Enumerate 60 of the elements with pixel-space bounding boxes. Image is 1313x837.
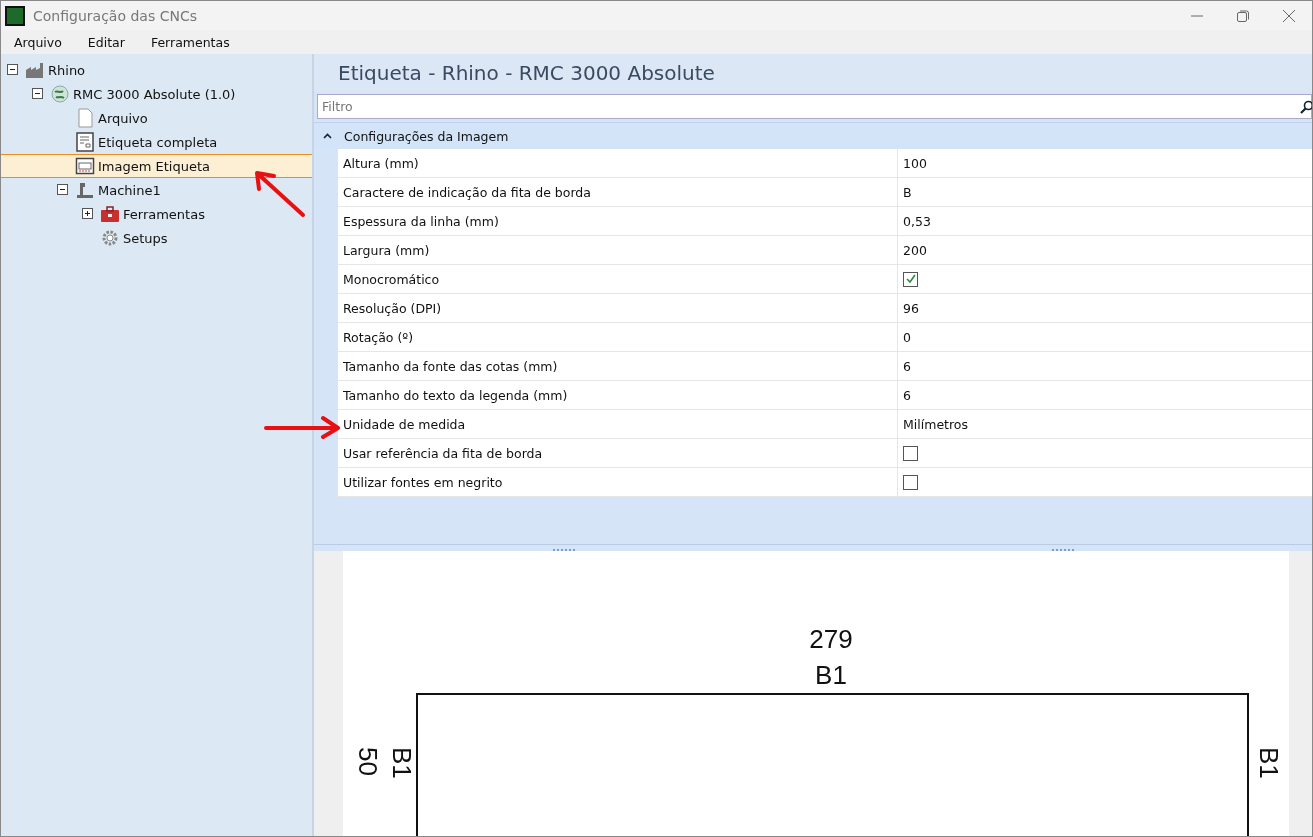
restore-icon[interactable]: [1236, 8, 1250, 23]
toolbox-icon: [100, 204, 120, 224]
window-title: Configuração das CNCs: [33, 7, 197, 24]
property-value[interactable]: 96: [903, 300, 919, 316]
tree-item[interactable]: RMC 3000 Absolute (1.0): [1, 82, 312, 106]
factory-icon: [25, 60, 45, 80]
property-value[interactable]: 0,53: [903, 213, 931, 229]
tree-item[interactable]: Machine1: [1, 178, 312, 202]
edge-label: B1: [815, 659, 847, 692]
property-value[interactable]: 100: [903, 155, 927, 171]
property-name: Tamanho da fonte das cotas (mm): [338, 352, 898, 380]
filter-field[interactable]: Filtro: [317, 94, 1312, 119]
tree-item[interactable]: Imagem Etiqueta: [1, 154, 312, 178]
property-name: Tamanho do texto da legenda (mm): [338, 381, 898, 409]
expander-icon[interactable]: [57, 184, 69, 196]
property-value[interactable]: B: [903, 184, 912, 200]
property-name: Rotação (º): [338, 323, 898, 351]
property-name: Usar referência da fita de borda: [338, 439, 898, 467]
machine-icon: [75, 180, 95, 200]
property-value[interactable]: 0: [903, 329, 911, 345]
chevron-icon: [323, 133, 332, 139]
tree-item[interactable]: Ferramentas: [1, 202, 312, 226]
property-value[interactable]: 6: [903, 387, 911, 403]
page-icon: [75, 108, 95, 128]
property-name: Caractere de indicação da fita de borda: [338, 178, 898, 206]
property-value[interactable]: Milímetros: [903, 416, 968, 432]
property-name: Utilizar fontes em negrito: [338, 468, 898, 496]
expander-icon[interactable]: [82, 208, 94, 220]
image-icon: [75, 156, 95, 176]
property-name: Largura (mm): [338, 236, 898, 264]
menu-item[interactable]: Editar: [87, 34, 125, 50]
gear-icon: [100, 228, 120, 248]
property-value[interactable]: 6: [903, 358, 911, 374]
edge-label: B1: [388, 747, 416, 779]
search-icon[interactable]: [1300, 99, 1312, 114]
dimension-label: 50: [354, 747, 382, 776]
close-icon[interactable]: [1282, 8, 1296, 23]
tree-item[interactable]: Etiqueta completa: [1, 130, 312, 154]
property-value[interactable]: 200: [903, 242, 927, 258]
property-name: Resolução (DPI): [338, 294, 898, 322]
property-name: Altura (mm): [338, 149, 898, 177]
panel-title: Etiqueta - Rhino - RMC 3000 Absolute: [314, 54, 1312, 92]
document-icon: [75, 132, 95, 152]
checkbox[interactable]: [903, 271, 918, 287]
property-name: Espessura da linha (mm): [338, 207, 898, 235]
dimension-label: 279: [809, 623, 853, 656]
expander-icon[interactable]: [7, 64, 19, 76]
edge-label: B1: [1255, 747, 1283, 779]
checkbox[interactable]: [903, 474, 918, 490]
menu-item[interactable]: Ferramentas: [150, 34, 230, 50]
expander-icon[interactable]: [32, 88, 44, 100]
property-name: Monocromático: [338, 265, 898, 293]
checkbox[interactable]: [903, 445, 918, 461]
tree-item[interactable]: Rhino: [1, 58, 312, 82]
menu-item[interactable]: Arquivo: [14, 34, 62, 50]
tree-item[interactable]: Setups: [1, 226, 312, 250]
app-logo-icon: [5, 5, 25, 26]
tree-item[interactable]: Arquivo: [1, 106, 312, 130]
property-name: Unidade de medida: [338, 410, 898, 438]
globe-icon: [50, 84, 70, 104]
